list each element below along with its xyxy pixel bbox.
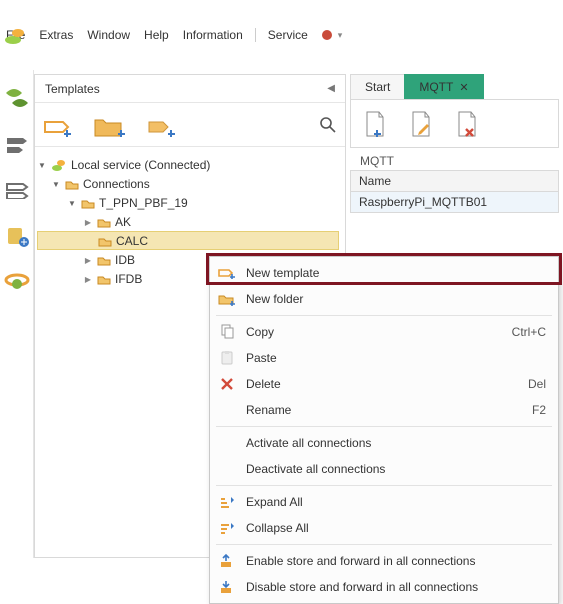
ctx-enable-sf[interactable]: Enable store and forward in all connecti… <box>212 548 556 574</box>
tree-item-calc[interactable]: CALC <box>37 231 339 250</box>
tree-group-label: T_PPN_PBF_19 <box>99 196 188 210</box>
grid-row[interactable]: RaspberryPi_MQTTB01 <box>351 192 558 212</box>
mqtt-section-label: MQTT <box>350 148 559 170</box>
paste-icon <box>218 349 236 367</box>
tree-item-label: CALC <box>116 234 148 248</box>
grid-col-name[interactable]: Name <box>351 171 558 192</box>
strip-icon-3[interactable] <box>2 176 32 204</box>
search-icon[interactable] <box>319 116 337 134</box>
app-logo <box>4 26 26 46</box>
ctx-label: Disable store and forward in all connect… <box>246 580 546 594</box>
mqtt-grid: Name RaspberryPi_MQTTB01 <box>350 170 559 213</box>
tree-group[interactable]: T_PPN_PBF_19 <box>37 193 339 212</box>
tab-mqtt-label: MQTT <box>419 80 453 94</box>
ctx-label: Enable store and forward in all connecti… <box>246 554 546 568</box>
ctx-label: Paste <box>246 351 546 365</box>
menu-separator <box>255 28 256 42</box>
left-tool-strip <box>0 70 34 558</box>
doc-delete-icon[interactable] <box>455 110 479 138</box>
status-dropdown-icon[interactable]: ▾ <box>338 30 343 41</box>
document-tabs: Start MQTT ✕ <box>350 74 559 100</box>
ctx-shortcut: Ctrl+C <box>512 325 546 339</box>
doc-add-icon[interactable] <box>363 110 387 138</box>
new-arrow-icon[interactable] <box>147 112 177 138</box>
menu-service[interactable]: Service <box>268 28 308 42</box>
ctx-new-template[interactable]: New template <box>212 260 556 286</box>
ctx-collapse-all[interactable]: Collapse All <box>212 515 556 541</box>
ctx-label: Expand All <box>246 495 546 509</box>
grid-cell: RaspberryPi_MQTTB01 <box>359 195 487 209</box>
strip-icon-4[interactable] <box>2 222 32 250</box>
menu-help[interactable]: Help <box>144 28 169 42</box>
menu-window[interactable]: Window <box>87 28 130 42</box>
ctx-shortcut: Del <box>528 377 546 391</box>
ctx-label: Copy <box>246 325 502 339</box>
tree-item-label: AK <box>115 215 131 229</box>
ctx-deactivate-all: Deactivate all connections <box>212 456 556 482</box>
ctx-label: Delete <box>246 377 518 391</box>
close-icon[interactable]: ✕ <box>459 81 468 94</box>
strip-icon-1[interactable] <box>2 84 32 112</box>
tab-mqtt[interactable]: MQTT ✕ <box>404 74 483 99</box>
tree-root-label: Local service (Connected) <box>71 158 210 172</box>
tree-connections-label: Connections <box>83 177 150 191</box>
strip-icon-2[interactable] <box>2 130 32 158</box>
ctx-activate-all: Activate all connections <box>212 430 556 456</box>
disable-sf-icon <box>218 578 236 596</box>
ctx-disable-sf[interactable]: Disable store and forward in all connect… <box>212 574 556 600</box>
ctx-separator <box>216 544 552 545</box>
new-folder-icon <box>218 290 236 308</box>
collapse-icon <box>218 519 236 537</box>
blank-icon <box>218 460 236 478</box>
tree-item-label: IFDB <box>115 272 142 286</box>
templates-title: Templates <box>45 82 100 96</box>
ctx-label: Activate all connections <box>246 436 546 450</box>
ctx-delete[interactable]: Delete Del <box>212 371 556 397</box>
tab-start-label: Start <box>365 80 390 94</box>
ctx-new-folder[interactable]: New folder <box>212 286 556 312</box>
ctx-label: Rename <box>246 403 522 417</box>
ctx-shortcut: F2 <box>532 403 546 417</box>
ctx-expand-all[interactable]: Expand All <box>212 489 556 515</box>
menubar: File Extras Window Help Information Serv… <box>0 24 563 46</box>
ctx-paste: Paste <box>212 345 556 371</box>
status-dot <box>322 30 332 40</box>
tree-item-ak[interactable]: AK <box>37 212 339 231</box>
ctx-label: New template <box>246 266 546 280</box>
ctx-separator <box>216 315 552 316</box>
tab-start[interactable]: Start <box>350 74 405 99</box>
delete-icon <box>218 375 236 393</box>
menu-information[interactable]: Information <box>183 28 243 42</box>
panel-collapse-icon[interactable]: ◀ <box>327 83 335 94</box>
new-folder-icon[interactable] <box>93 112 127 138</box>
document-toolbar <box>350 100 559 148</box>
tree-connections[interactable]: Connections <box>37 174 339 193</box>
templates-toolbar <box>35 103 345 147</box>
menu-extras[interactable]: Extras <box>39 28 73 42</box>
expand-icon <box>218 493 236 511</box>
templates-panel-header: Templates ◀ <box>35 75 345 103</box>
blank-icon <box>218 434 236 452</box>
rename-icon <box>218 401 236 419</box>
ctx-rename[interactable]: Rename F2 <box>212 397 556 423</box>
strip-icon-5[interactable] <box>2 268 32 296</box>
copy-icon <box>218 323 236 341</box>
enable-sf-icon <box>218 552 236 570</box>
ctx-label: Deactivate all connections <box>246 462 546 476</box>
ctx-separator <box>216 485 552 486</box>
new-template-icon <box>218 264 236 282</box>
ctx-label: New folder <box>246 292 546 306</box>
tree-item-label: IDB <box>115 253 135 267</box>
doc-edit-icon[interactable] <box>409 110 433 138</box>
context-menu: New template New folder Copy Ctrl+C Past… <box>209 256 559 604</box>
ctx-copy[interactable]: Copy Ctrl+C <box>212 319 556 345</box>
ctx-label: Collapse All <box>246 521 546 535</box>
ctx-separator <box>216 426 552 427</box>
tree-root[interactable]: Local service (Connected) <box>37 155 339 174</box>
new-template-icon[interactable] <box>43 112 73 138</box>
